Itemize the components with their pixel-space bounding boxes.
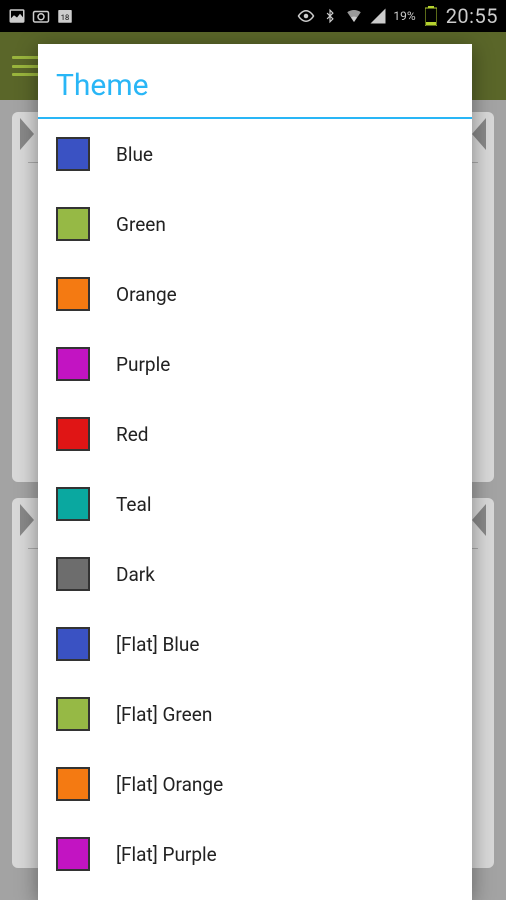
color-swatch [56,767,90,801]
gallery-icon [8,7,26,25]
theme-option-label: [Flat] Green [116,703,212,726]
theme-option-label: [Flat] Blue [116,633,199,656]
theme-option-label: Teal [116,493,151,516]
theme-option[interactable]: Teal [38,469,472,539]
wifi-icon [345,7,363,25]
status-bar: 18 19% 20:55 [0,0,506,32]
status-right-icons: 19% 20:55 [297,4,498,28]
theme-option-label: Orange [116,283,177,306]
color-swatch [56,837,90,871]
theme-option[interactable]: Dark [38,539,472,609]
theme-option[interactable]: Red [38,399,472,469]
theme-option[interactable]: Orange [38,259,472,329]
theme-option[interactable]: Purple [38,329,472,399]
theme-list[interactable]: Blue Green Orange Purple Red Teal Dark [Flat] B… [38,119,472,900]
theme-option-label: Purple [116,353,170,376]
clock: 20:55 [446,4,498,28]
theme-option[interactable]: [Flat] Green [38,679,472,749]
theme-option-label: Dark [116,563,155,586]
color-swatch [56,627,90,661]
color-swatch [56,137,90,171]
color-swatch [56,557,90,591]
eye-icon [297,7,315,25]
theme-option[interactable]: Blue [38,119,472,189]
dialog-header: Theme [38,44,472,119]
theme-option-label: Red [116,423,149,446]
theme-option[interactable]: Green [38,189,472,259]
bluetooth-icon [321,7,339,25]
color-swatch [56,417,90,451]
status-left-icons: 18 [8,7,74,25]
battery-icon [422,7,440,25]
battery-percentage: 19% [393,9,415,23]
color-swatch [56,347,90,381]
color-swatch [56,487,90,521]
calendar-icon: 18 [56,7,74,25]
theme-option[interactable]: [Flat] Blue [38,609,472,679]
theme-dialog: Theme Blue Green Orange Purple Red Teal Dark [F… [38,44,472,900]
theme-option[interactable]: [Flat] Orange [38,749,472,819]
color-swatch [56,207,90,241]
theme-option-label: [Flat] Orange [116,773,223,796]
theme-option-label: Blue [116,143,153,166]
signal-icon [369,7,387,25]
color-swatch [56,697,90,731]
camera-icon [32,7,50,25]
dialog-title: Theme [56,68,454,103]
color-swatch [56,277,90,311]
svg-text:18: 18 [61,13,69,22]
theme-option-label: Green [116,213,166,236]
theme-option[interactable]: [Flat] Purple [38,819,472,889]
theme-option-label: [Flat] Purple [116,843,217,866]
